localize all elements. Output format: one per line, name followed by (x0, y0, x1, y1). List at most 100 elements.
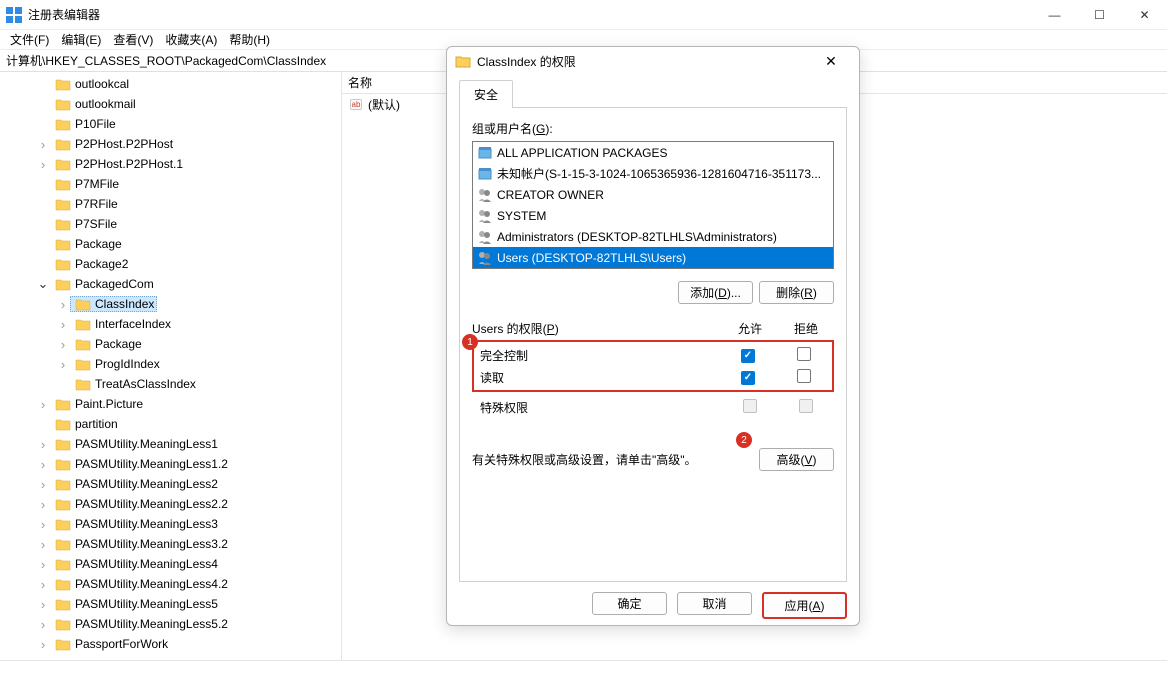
dialog-body: 安全 组或用户名(G): ALL APPLICATION PACKAGES未知帐… (447, 75, 859, 582)
string-value-icon: ab (348, 96, 364, 112)
group-icon (477, 250, 493, 266)
apply-button[interactable]: 应用(A) (762, 592, 847, 619)
chevron-right-icon[interactable]: › (36, 397, 50, 412)
folder-icon (55, 417, 71, 431)
chevron-down-icon[interactable]: ⌄ (36, 276, 50, 292)
chevron-right-icon[interactable]: › (36, 517, 50, 532)
chevron-right-icon[interactable]: › (36, 597, 50, 612)
folder-icon (75, 337, 91, 351)
cancel-button[interactable]: 取消 (677, 592, 752, 615)
dialog-titlebar[interactable]: ClassIndex 的权限 ✕ (447, 47, 859, 75)
chevron-right-icon[interactable]: › (36, 457, 50, 472)
perm-deny-checkbox[interactable] (776, 347, 832, 364)
tree-item[interactable]: outlookmail (2, 94, 341, 114)
tree-item[interactable]: ›Package (2, 334, 341, 354)
user-list-item-label: 未知帐户(S-1-15-3-1024-1065365936-1281604716… (497, 165, 821, 182)
add-button[interactable]: 添加(D)... (678, 281, 753, 304)
tree-item[interactable]: ⌄PackagedCom (2, 274, 341, 294)
chevron-right-icon[interactable]: › (36, 157, 50, 172)
tree-item[interactable]: ›ProgIdIndex (2, 354, 341, 374)
perm-deny-checkbox[interactable] (776, 369, 832, 386)
close-button[interactable]: ✕ (1122, 0, 1167, 30)
menu-help[interactable]: 帮助(H) (223, 29, 276, 50)
tree-item[interactable]: outlookcal (2, 74, 341, 94)
tree-item[interactable]: P10File (2, 114, 341, 134)
folder-icon (55, 617, 71, 631)
chevron-right-icon[interactable]: › (36, 437, 50, 452)
perm-col-allow: 允许 (722, 320, 778, 337)
tree-item[interactable]: ›PASMUtility.MeaningLess4.2 (2, 574, 341, 594)
user-list-item-label: SYSTEM (497, 209, 546, 223)
folder-icon (55, 177, 71, 191)
tree-item[interactable]: ›PASMUtility.MeaningLess1.2 (2, 454, 341, 474)
user-list-item[interactable]: 未知帐户(S-1-15-3-1024-1065365936-1281604716… (473, 163, 833, 184)
chevron-right-icon[interactable]: › (56, 297, 70, 312)
user-list-item[interactable]: SYSTEM (473, 205, 833, 226)
chevron-right-icon[interactable]: › (56, 357, 70, 372)
tree-item[interactable]: › PassportForWork (2, 634, 341, 654)
tree-item[interactable]: ›PASMUtility.MeaningLess3.2 (2, 534, 341, 554)
tree-item[interactable]: Package (2, 234, 341, 254)
tree-item[interactable]: TreatAsClassIndex (2, 374, 341, 394)
menu-favorites[interactable]: 收藏夹(A) (159, 29, 223, 50)
tree-item[interactable]: › PASMUtility.MeaningLess5 (2, 594, 341, 614)
chevron-right-icon[interactable]: › (36, 537, 50, 552)
tree-item-label: PassportForWork (75, 637, 168, 651)
tree-item[interactable]: P7MFile (2, 174, 341, 194)
tree-item-label: PASMUtility.MeaningLess5.2 (75, 617, 228, 631)
folder-icon (55, 137, 71, 151)
tree-item[interactable]: ›P2PHost.P2PHost.1 (2, 154, 341, 174)
users-list[interactable]: ALL APPLICATION PACKAGES 未知帐户(S-1-15-3-10… (472, 141, 834, 269)
menu-file[interactable]: 文件(F) (4, 29, 55, 50)
tree-item[interactable]: P7SFile (2, 214, 341, 234)
menu-view[interactable]: 查看(V) (107, 29, 159, 50)
tree-item[interactable]: ›InterfaceIndex (2, 314, 341, 334)
col-name[interactable]: 名称 (342, 72, 378, 93)
tree-item[interactable]: ›PASMUtility.MeaningLess4 (2, 554, 341, 574)
chevron-right-icon[interactable]: › (56, 337, 70, 352)
tree-item[interactable]: ›P2PHost.P2PHost (2, 134, 341, 154)
tree-item[interactable]: ›ClassIndex (2, 294, 341, 314)
advanced-button[interactable]: 高级(V) (759, 448, 834, 471)
tree-item[interactable]: partition (2, 414, 341, 434)
minimize-button[interactable]: — (1032, 0, 1077, 30)
chevron-right-icon[interactable]: › (36, 637, 50, 652)
perm-special-allow (722, 399, 778, 416)
tree-pane[interactable]: outlookcaloutlookmailP10File›P2PHost.P2P… (0, 72, 342, 660)
tree-item-label: Package (75, 237, 122, 251)
user-list-item-label: Users (DESKTOP-82TLHLS\Users) (497, 251, 686, 265)
titlebar: 注册表编辑器 — ☐ ✕ (0, 0, 1167, 30)
tree-item[interactable]: ›PASMUtility.MeaningLess2 (2, 474, 341, 494)
remove-button[interactable]: 删除(R) (759, 281, 834, 304)
tree-item[interactable]: P7RFile (2, 194, 341, 214)
add-remove-row: 添加(D)... 删除(R) (472, 281, 834, 304)
tab-security[interactable]: 安全 (459, 80, 513, 108)
chevron-right-icon[interactable]: › (36, 617, 50, 632)
folder-icon (55, 437, 71, 451)
chevron-right-icon[interactable]: › (56, 317, 70, 332)
user-list-item[interactable]: Administrators (DESKTOP-82TLHLS\Administ… (473, 226, 833, 247)
tree-item[interactable]: ›Paint.Picture (2, 394, 341, 414)
tree-item[interactable]: ›PASMUtility.MeaningLess3 (2, 514, 341, 534)
user-list-item[interactable]: Users (DESKTOP-82TLHLS\Users) (473, 247, 833, 268)
perm-name: 读取 (480, 369, 720, 386)
chevron-right-icon[interactable]: › (36, 477, 50, 492)
tree-item[interactable]: › PASMUtility.MeaningLess5.2 (2, 614, 341, 634)
perm-allow-checkbox[interactable]: ✓ (720, 369, 776, 385)
maximize-button[interactable]: ☐ (1077, 0, 1122, 30)
menu-edit[interactable]: 编辑(E) (55, 29, 107, 50)
chevron-right-icon[interactable]: › (36, 577, 50, 592)
user-list-item[interactable]: CREATOR OWNER (473, 184, 833, 205)
perm-allow-checkbox[interactable]: ✓ (720, 347, 776, 363)
package-icon (477, 145, 493, 161)
user-list-item[interactable]: ALL APPLICATION PACKAGES (473, 142, 833, 163)
tree-item-label: PASMUtility.MeaningLess5 (75, 597, 218, 611)
chevron-right-icon[interactable]: › (36, 557, 50, 572)
tree-item[interactable]: ›PASMUtility.MeaningLess1 (2, 434, 341, 454)
chevron-right-icon[interactable]: › (36, 137, 50, 152)
tree-item[interactable]: ›PASMUtility.MeaningLess2.2 (2, 494, 341, 514)
chevron-right-icon[interactable]: › (36, 497, 50, 512)
dialog-close-button[interactable]: ✕ (811, 47, 851, 75)
ok-button[interactable]: 确定 (592, 592, 667, 615)
tree-item[interactable]: Package2 (2, 254, 341, 274)
